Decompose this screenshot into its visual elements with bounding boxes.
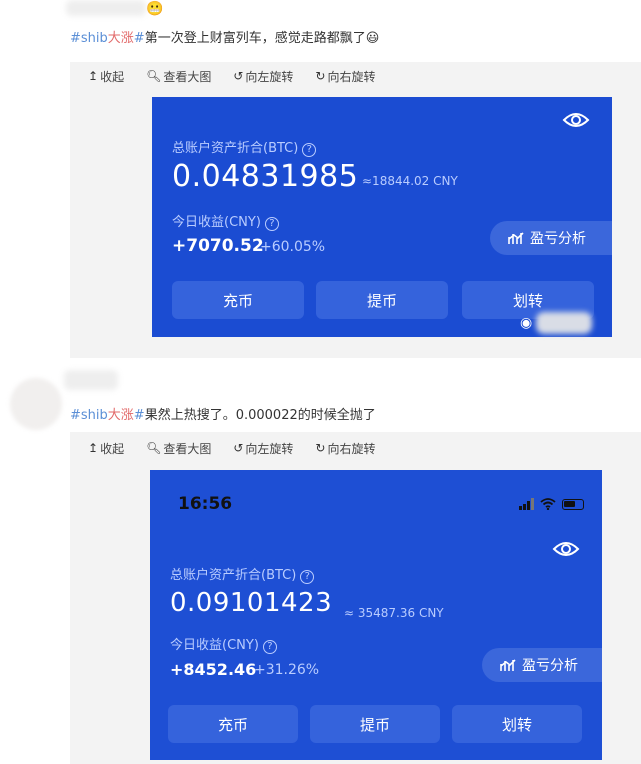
rotate-right-icon: ↻ bbox=[315, 69, 326, 83]
post-text: #shib大涨#果然上热搜了。0.000022的时候全抛了 bbox=[70, 404, 376, 423]
income-label: 今日收益(CNY)? bbox=[172, 211, 279, 231]
help-icon[interactable]: ? bbox=[264, 217, 279, 231]
withdraw-button[interactable]: 提币 bbox=[316, 281, 448, 319]
post-body: 第一次登上财富列车，感觉走路都飘了 bbox=[144, 31, 366, 46]
collapse-button[interactable]: ↥ 收起 bbox=[88, 440, 124, 457]
wallet-card-phone[interactable]: 16:56 总账户资产折合(BTC)? 0.09101423 ≈ 35487.3… bbox=[150, 470, 602, 760]
income-value: +8452.46 bbox=[170, 660, 257, 679]
rotate-left-icon: ↺ bbox=[233, 69, 244, 83]
income-percent: +31.26% bbox=[254, 662, 320, 678]
help-icon[interactable]: ? bbox=[300, 570, 315, 584]
asset-value: 0.04831985 bbox=[172, 159, 359, 194]
image-toolbar: ↥ 收起 🔍︎ 查看大图 ↺ 向左旋转 ↻ 向右旋转 bbox=[70, 62, 375, 90]
income-percent: +60.05% bbox=[260, 239, 326, 255]
battery-icon bbox=[562, 498, 584, 510]
asset-cny: ≈ 35487.36 CNY bbox=[344, 606, 444, 620]
chart-icon bbox=[500, 659, 516, 671]
username-blurred bbox=[66, 0, 146, 16]
signal-icon bbox=[519, 498, 534, 510]
asset-value: 0.09101423 bbox=[170, 588, 333, 618]
help-icon[interactable]: ? bbox=[302, 143, 317, 157]
help-icon[interactable]: ? bbox=[262, 640, 277, 654]
image-toolbar: ↥ 收起 🔍︎ 查看大图 ↺ 向左旋转 ↻ 向右旋转 bbox=[70, 434, 375, 462]
status-time: 16:56 bbox=[178, 494, 233, 514]
emoji: 😬 bbox=[146, 1, 164, 17]
rotate-left-button[interactable]: ↺ 向左旋转 bbox=[233, 68, 293, 85]
rotate-left-icon: ↺ bbox=[233, 441, 244, 455]
deposit-button[interactable]: 充币 bbox=[172, 281, 304, 319]
magnifier-icon: 🔍︎ bbox=[146, 441, 162, 455]
hashtag-link[interactable]: #shib大涨# bbox=[70, 31, 145, 46]
transfer-button[interactable]: 划转 bbox=[452, 705, 582, 743]
asset-label: 总账户资产折合(BTC)? bbox=[170, 564, 315, 584]
view-large-button[interactable]: 🔍︎ 查看大图 bbox=[146, 440, 211, 457]
emoji: 😃 bbox=[365, 31, 380, 46]
wallet-card[interactable]: 总账户资产折合(BTC)? 0.04831985 ≈18844.02 CNY 今… bbox=[152, 97, 612, 337]
eye-icon[interactable] bbox=[552, 540, 580, 558]
username-blurred bbox=[64, 370, 118, 390]
post-text: #shib大涨#第一次登上财富列车，感觉走路都飘了😃 bbox=[70, 27, 379, 46]
asset-label: 总账户资产折合(BTC)? bbox=[172, 137, 317, 157]
watermark-blurred bbox=[536, 312, 593, 334]
deposit-button[interactable]: 充币 bbox=[168, 705, 298, 743]
eye-icon[interactable] bbox=[562, 111, 590, 129]
collapse-button[interactable]: ↥ 收起 bbox=[88, 68, 124, 85]
rotate-right-icon: ↻ bbox=[315, 441, 326, 455]
weibo-icon: ◉ bbox=[520, 315, 533, 331]
hashtag-link[interactable]: #shib大涨# bbox=[70, 408, 145, 423]
view-large-button[interactable]: 🔍︎ 查看大图 bbox=[146, 68, 211, 85]
rotate-right-button[interactable]: ↻ 向右旋转 bbox=[315, 440, 375, 457]
watermark: ◉ bbox=[520, 312, 593, 334]
income-label: 今日收益(CNY)? bbox=[170, 634, 277, 654]
rotate-left-button[interactable]: ↺ 向左旋转 bbox=[233, 440, 293, 457]
post-1: 😬 #shib大涨#第一次登上财富列车，感觉走路都飘了😃 ↥ 收起 🔍︎ 查看大图 … bbox=[0, 0, 641, 362]
collapse-icon: ↥ bbox=[88, 69, 99, 83]
income-value: +7070.52 bbox=[172, 236, 264, 256]
withdraw-button[interactable]: 提币 bbox=[310, 705, 440, 743]
chart-icon bbox=[508, 232, 524, 244]
wifi-icon bbox=[540, 498, 556, 510]
rotate-right-button[interactable]: ↻ 向右旋转 bbox=[315, 68, 375, 85]
magnifier-icon: 🔍︎ bbox=[146, 69, 162, 83]
status-icons bbox=[519, 498, 584, 510]
avatar[interactable] bbox=[10, 378, 62, 430]
pnl-analysis-button[interactable]: 盈亏分析 bbox=[482, 648, 602, 682]
asset-cny: ≈18844.02 CNY bbox=[362, 174, 458, 188]
collapse-icon: ↥ bbox=[88, 441, 99, 455]
post-body: 果然上热搜了。0.000022的时候全抛了 bbox=[144, 408, 376, 423]
pnl-analysis-button[interactable]: 盈亏分析 bbox=[490, 221, 612, 255]
